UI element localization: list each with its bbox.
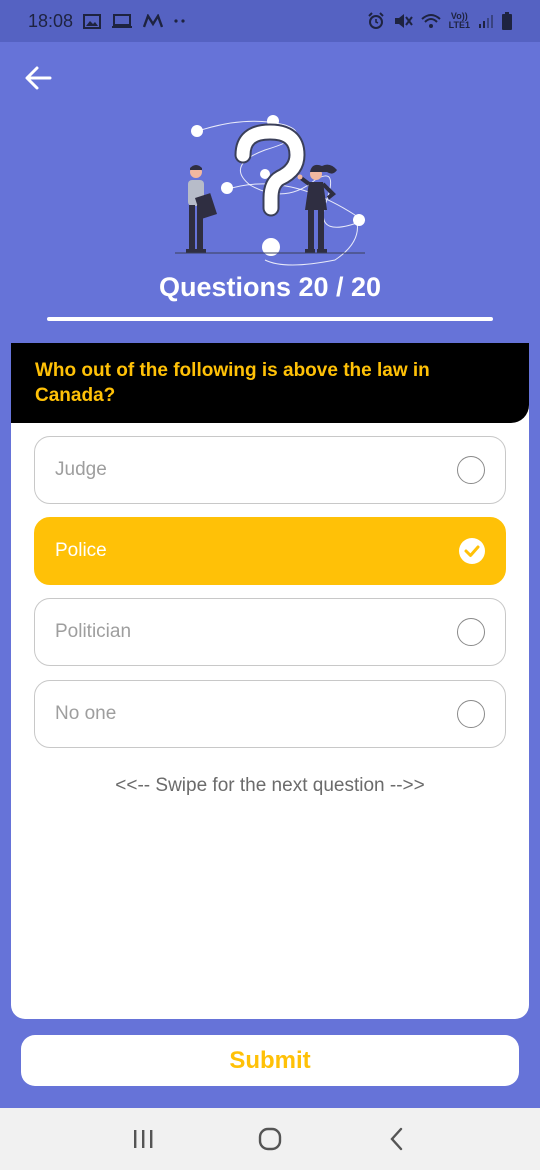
check-circle-icon[interactable]: [459, 538, 485, 564]
question-text: Who out of the following is above the la…: [11, 343, 529, 423]
alarm-icon: [367, 12, 385, 30]
question-mark-people-illustration: [175, 115, 366, 266]
back-button[interactable]: [20, 60, 56, 96]
m-app-icon: [143, 14, 164, 28]
option-politician[interactable]: Politician: [34, 598, 506, 666]
option-judge[interactable]: Judge: [34, 436, 506, 504]
volte-bottom-text: LTE1: [448, 20, 470, 30]
option-label: Politician: [55, 621, 132, 642]
status-right: Vo)) LTE1: [367, 12, 512, 30]
option-police[interactable]: Police: [34, 517, 506, 585]
radio-unselected-icon[interactable]: [457, 618, 485, 646]
question-card: Who out of the following is above the la…: [11, 343, 529, 1019]
option-label: Judge: [55, 459, 107, 480]
status-bar: 18:08 Vo)) LTE1: [0, 0, 540, 42]
more-dots-icon: [173, 18, 187, 24]
arrow-left-icon: [25, 66, 52, 90]
gallery-icon: [83, 13, 102, 29]
submit-button[interactable]: Submit: [21, 1035, 519, 1086]
option-no-one[interactable]: No one: [34, 680, 506, 748]
battery-icon: [502, 12, 512, 30]
status-time: 18:08: [28, 10, 74, 31]
laptop-icon: [111, 13, 133, 29]
status-left: 18:08: [28, 11, 187, 32]
home-icon[interactable]: [250, 1119, 290, 1159]
volte-icon: Vo)) LTE1: [449, 12, 470, 30]
radio-unselected-icon[interactable]: [457, 700, 485, 728]
questions-progress: Questions 20 / 20: [158, 272, 382, 302]
option-label: Police: [55, 540, 107, 561]
navigation-bar: [0, 1108, 540, 1170]
signal-icon: [478, 13, 494, 29]
recent-apps-icon[interactable]: [123, 1119, 163, 1159]
back-icon[interactable]: [377, 1119, 417, 1159]
wifi-icon: [420, 13, 441, 29]
mute-icon: [393, 13, 413, 29]
swipe-hint: <<-- Swipe for the next question -->>: [115, 775, 425, 796]
progress-bar: [47, 317, 493, 321]
radio-unselected-icon[interactable]: [457, 456, 485, 484]
option-label: No one: [55, 703, 117, 724]
